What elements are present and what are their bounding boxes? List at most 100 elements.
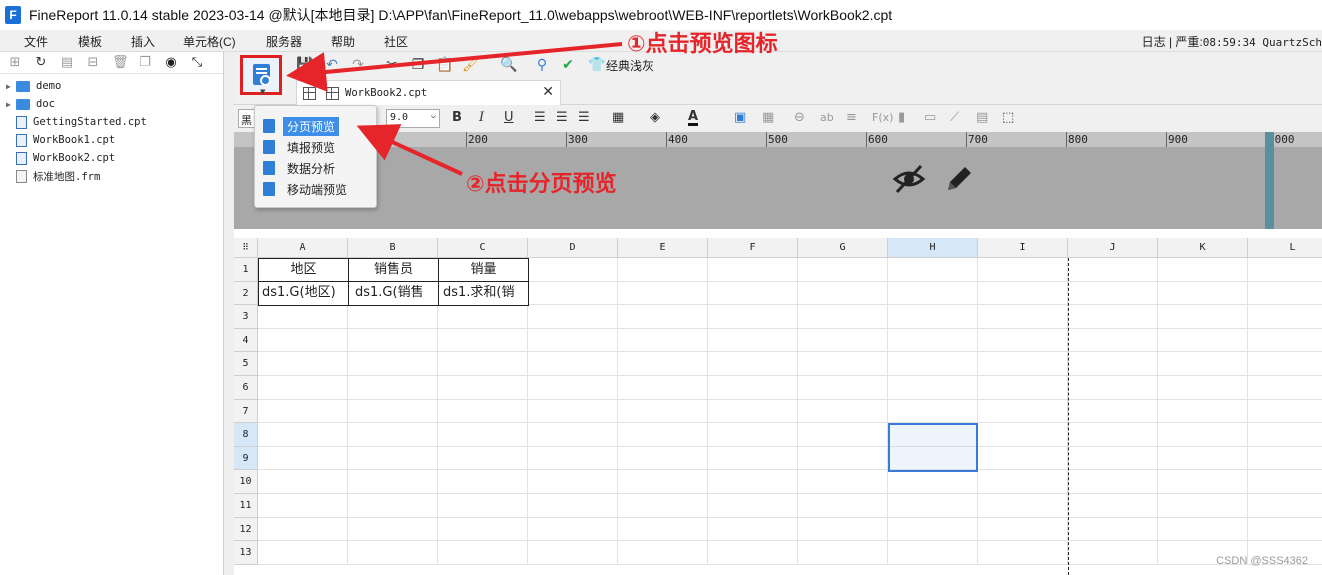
cell-L5[interactable] bbox=[1248, 352, 1322, 376]
cell-E11[interactable] bbox=[618, 494, 708, 518]
eye-off-icon[interactable] bbox=[892, 162, 926, 196]
tree-item-demo[interactable]: ▶ demo bbox=[6, 77, 61, 95]
tree-item-doc[interactable]: ▶ doc bbox=[6, 95, 55, 113]
cell-H11[interactable] bbox=[888, 494, 978, 518]
cell-E5[interactable] bbox=[618, 352, 708, 376]
cell-C12[interactable] bbox=[438, 517, 528, 542]
fill-color-icon[interactable]: ◈ bbox=[650, 110, 660, 126]
cell-C3[interactable] bbox=[438, 305, 528, 329]
column-header-C[interactable]: C bbox=[438, 238, 528, 258]
template-search-icon[interactable]: 🔍 bbox=[500, 57, 517, 73]
cell-F4[interactable] bbox=[708, 328, 798, 353]
column-header-B[interactable]: B bbox=[348, 238, 438, 258]
cell-G10[interactable] bbox=[798, 470, 888, 494]
font-size-select[interactable]: 9.0 ⌵ bbox=[386, 109, 440, 128]
cell-J12[interactable] bbox=[1068, 517, 1158, 542]
align-right-icon[interactable]: ☰ bbox=[578, 110, 590, 126]
border-icon[interactable]: ▦ bbox=[612, 110, 624, 126]
cell-J4[interactable] bbox=[1068, 328, 1158, 353]
expand-icon[interactable]: ▶ bbox=[6, 82, 16, 91]
cell-B3[interactable] bbox=[348, 305, 438, 329]
cell-I4[interactable] bbox=[978, 328, 1068, 353]
cell-A8[interactable] bbox=[258, 423, 348, 447]
cell-selection[interactable] bbox=[888, 423, 978, 472]
menu-file[interactable]: 文件 bbox=[24, 33, 48, 50]
theme-label[interactable]: 经典浅灰 bbox=[606, 57, 654, 74]
column-header-G[interactable]: G bbox=[798, 238, 888, 258]
row-header-3[interactable]: 3 bbox=[234, 305, 258, 329]
cell-D9[interactable] bbox=[528, 446, 618, 471]
cell-J6[interactable] bbox=[1068, 376, 1158, 400]
slash-icon[interactable]: ⟋ bbox=[950, 110, 959, 126]
cell-K3[interactable] bbox=[1158, 305, 1248, 329]
row-header-2[interactable]: 2 bbox=[234, 281, 258, 306]
cell-J11[interactable] bbox=[1068, 494, 1158, 518]
cell-E13[interactable] bbox=[618, 541, 708, 565]
cell-B5[interactable] bbox=[348, 352, 438, 376]
close-icon[interactable]: ✕ bbox=[542, 84, 554, 100]
cell-L4[interactable] bbox=[1248, 329, 1322, 353]
cell-C6[interactable] bbox=[438, 376, 528, 400]
cell-L1[interactable] bbox=[1248, 258, 1322, 282]
copy-icon[interactable]: ❐ bbox=[410, 57, 426, 73]
sidebar-splitter[interactable] bbox=[224, 52, 234, 575]
cell-K6[interactable] bbox=[1158, 376, 1248, 400]
cell-I3[interactable] bbox=[978, 305, 1068, 329]
row-header-5[interactable]: 5 bbox=[234, 352, 258, 376]
cell-J9[interactable] bbox=[1068, 446, 1158, 471]
cell-C11[interactable] bbox=[438, 494, 528, 518]
cell-A11[interactable] bbox=[258, 494, 348, 518]
row-header-9[interactable]: 9 bbox=[234, 446, 258, 471]
cell-H4[interactable] bbox=[888, 328, 978, 353]
cell-F7[interactable] bbox=[708, 399, 798, 424]
menu-cell[interactable]: 单元格(C) bbox=[183, 33, 236, 50]
cell-H12[interactable] bbox=[888, 517, 978, 542]
cell-C5[interactable] bbox=[438, 352, 528, 376]
cell-C1[interactable]: 销量 bbox=[438, 258, 529, 282]
cell-B11[interactable] bbox=[348, 494, 438, 518]
cell-I8[interactable] bbox=[978, 423, 1068, 447]
cell-D13[interactable] bbox=[528, 541, 618, 565]
cell-I6[interactable] bbox=[978, 376, 1068, 400]
cell-A9[interactable] bbox=[258, 446, 348, 471]
subreport-icon[interactable]: ▤ bbox=[976, 110, 988, 126]
row-header-4[interactable]: 4 bbox=[234, 328, 258, 353]
cell-K8[interactable] bbox=[1158, 423, 1248, 447]
pencil-icon[interactable] bbox=[942, 162, 976, 196]
cell-C8[interactable] bbox=[438, 423, 528, 447]
cell-J1[interactable] bbox=[1068, 258, 1158, 282]
column-header-I[interactable]: I bbox=[978, 238, 1068, 258]
cell-K1[interactable] bbox=[1158, 258, 1248, 282]
cell-G5[interactable] bbox=[798, 352, 888, 376]
cell-D8[interactable] bbox=[528, 423, 618, 447]
hyperlink-icon[interactable]: ⊖ bbox=[794, 110, 805, 126]
cell-G2[interactable] bbox=[798, 281, 888, 306]
cell-K12[interactable] bbox=[1158, 517, 1248, 542]
cell-H2[interactable] bbox=[888, 281, 978, 306]
row-header-10[interactable]: 10 bbox=[234, 470, 258, 494]
cell-F1[interactable] bbox=[708, 258, 798, 282]
cell-G12[interactable] bbox=[798, 517, 888, 542]
cell-E3[interactable] bbox=[618, 305, 708, 329]
bold-icon[interactable]: B bbox=[452, 110, 462, 126]
cell-I2[interactable] bbox=[978, 281, 1068, 306]
row-header-6[interactable]: 6 bbox=[234, 376, 258, 400]
cell-C9[interactable] bbox=[438, 446, 528, 471]
cell-D5[interactable] bbox=[528, 352, 618, 376]
cell-G3[interactable] bbox=[798, 305, 888, 329]
cut-icon[interactable]: ✂ bbox=[384, 57, 400, 73]
column-header-A[interactable]: A bbox=[258, 238, 348, 258]
cell-H6[interactable] bbox=[888, 376, 978, 400]
check-icon[interactable]: ✔ bbox=[560, 57, 576, 73]
cell-J2[interactable] bbox=[1068, 281, 1158, 306]
cell-G4[interactable] bbox=[798, 328, 888, 353]
cell-H1[interactable] bbox=[888, 258, 978, 282]
row-header-13[interactable]: 13 bbox=[234, 541, 258, 565]
cell-G7[interactable] bbox=[798, 399, 888, 424]
refresh-icon[interactable]: ↻ bbox=[34, 56, 48, 70]
column-header-F[interactable]: F bbox=[708, 238, 798, 258]
text-icon[interactable]: ab bbox=[820, 110, 834, 126]
cell-E9[interactable] bbox=[618, 446, 708, 471]
cell-B2[interactable]: ds1.G(销售 bbox=[348, 281, 439, 306]
cell-F5[interactable] bbox=[708, 352, 798, 376]
